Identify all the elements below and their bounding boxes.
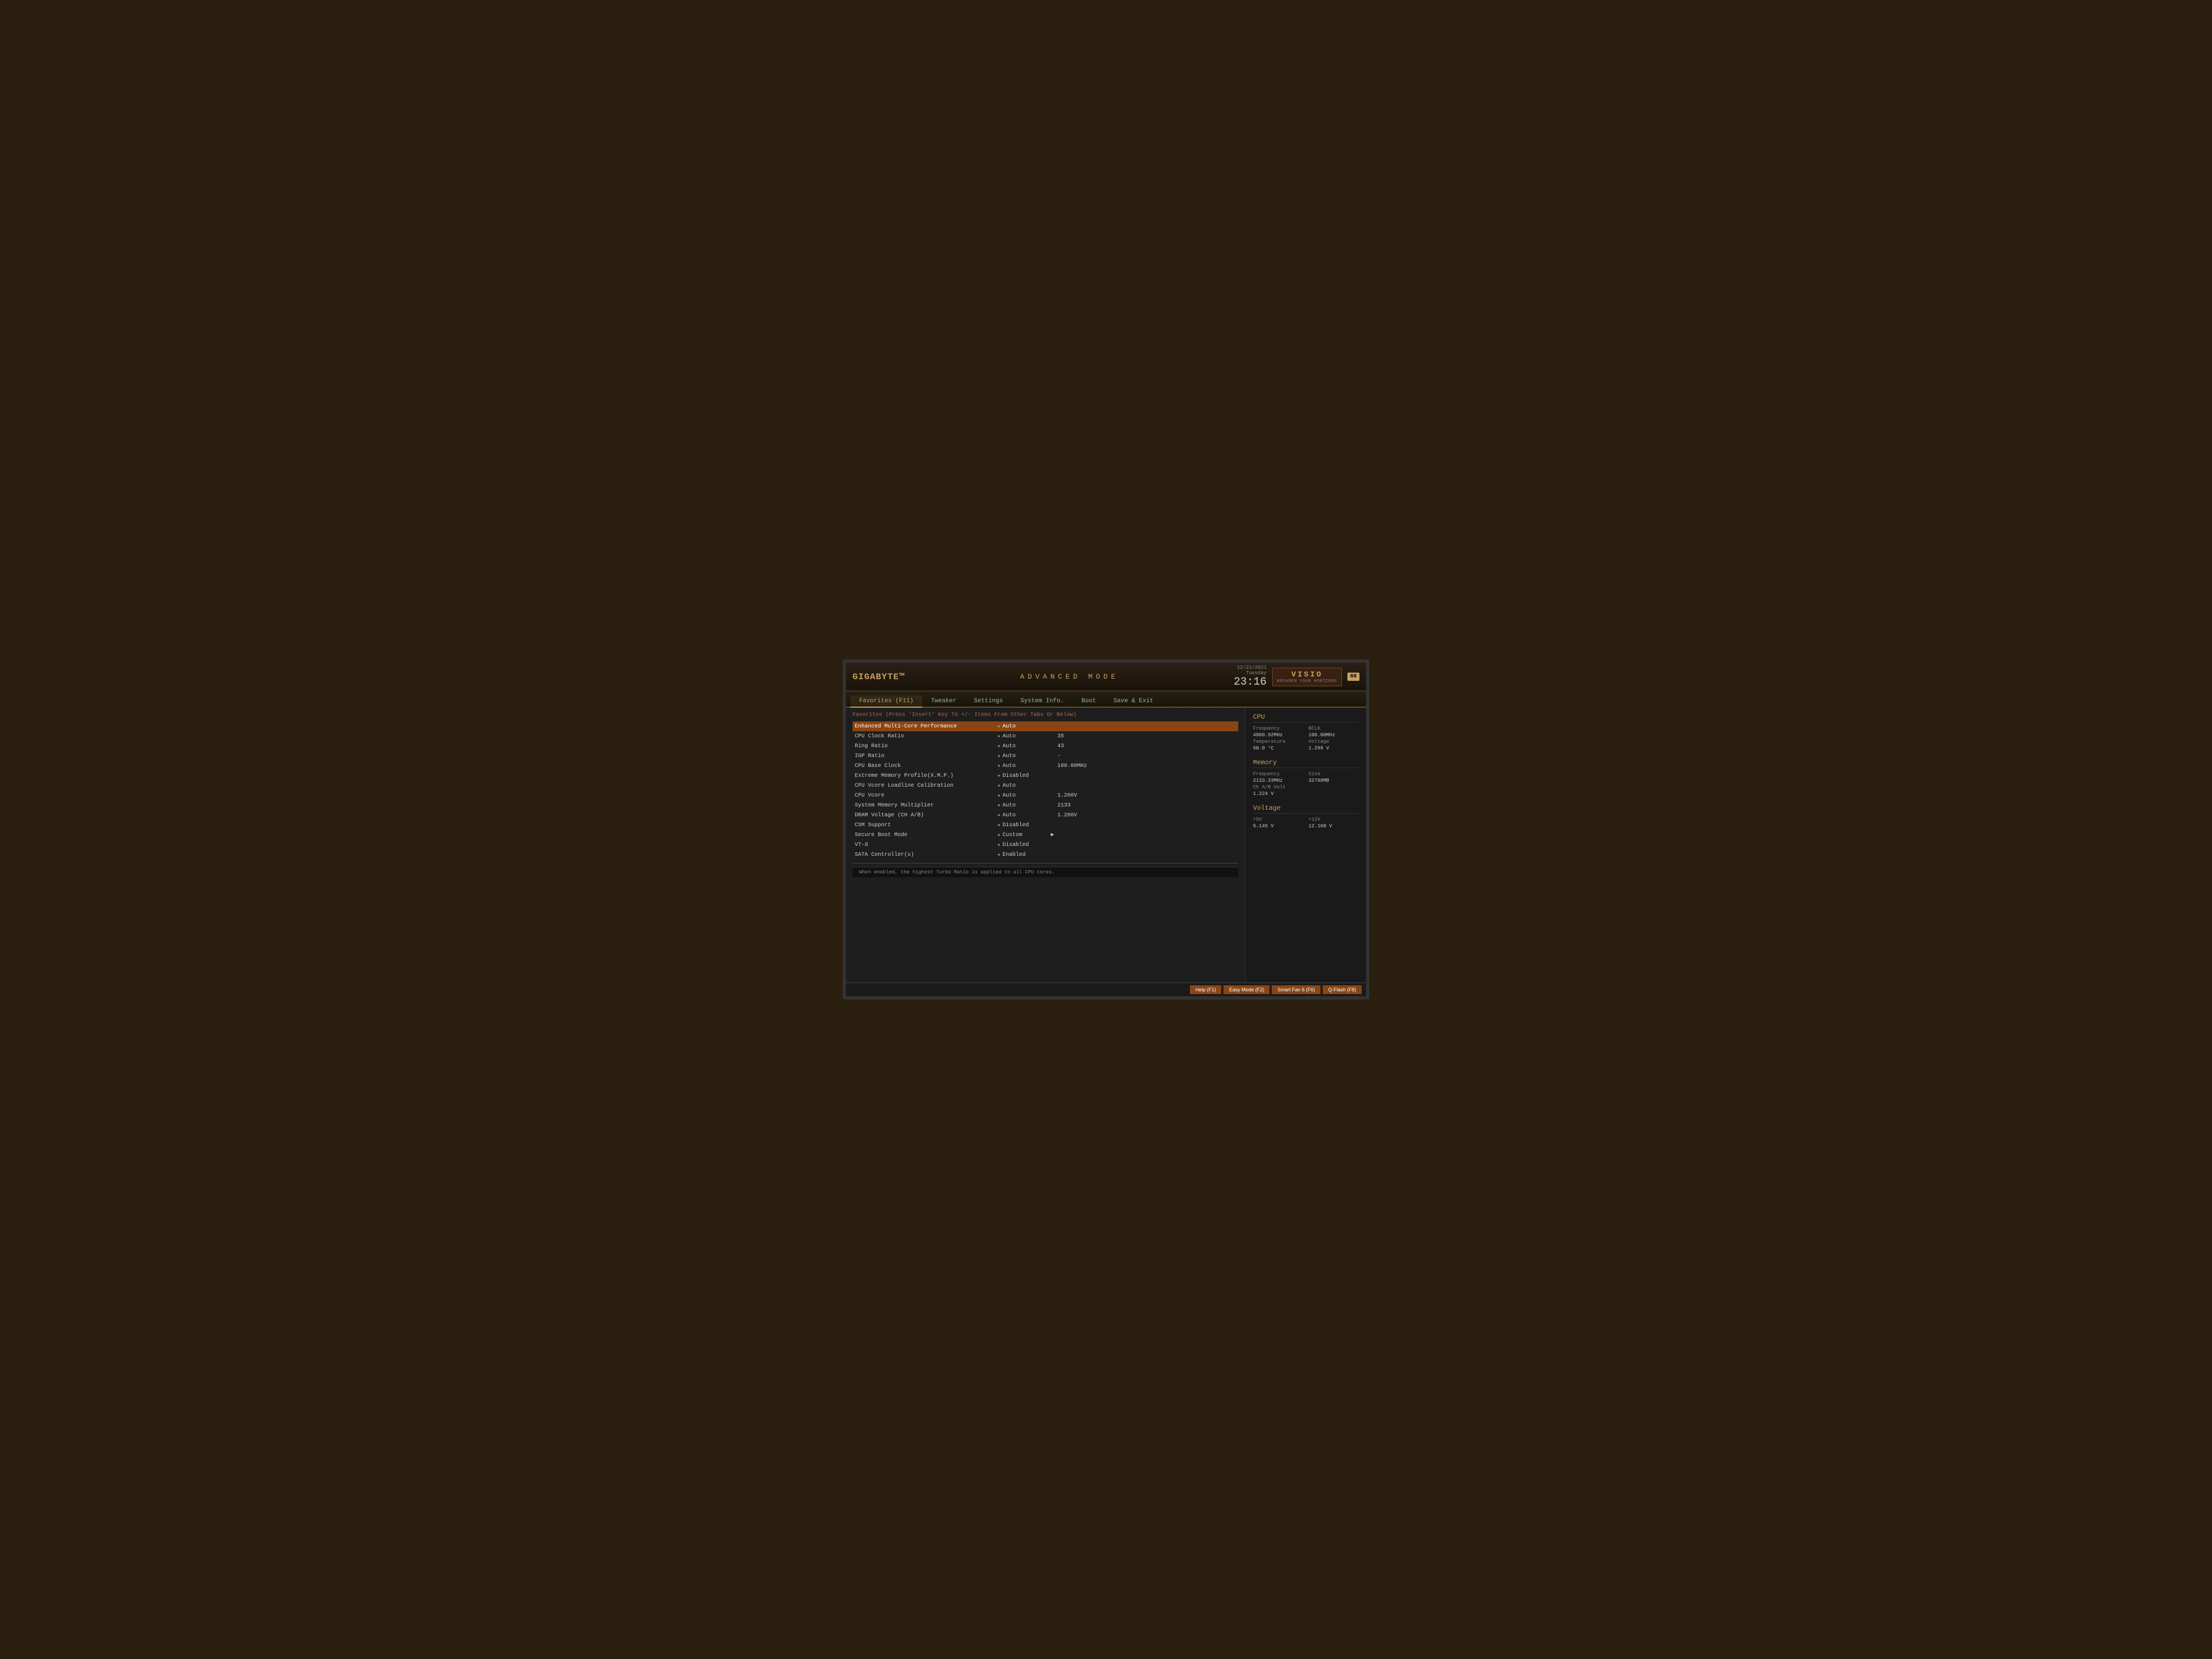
cpu-frequency-label: Frequency	[1253, 726, 1303, 731]
voltage-info-grid: +5V +12V 5.145 V 12.168 V	[1253, 817, 1358, 829]
row-help-text: When enabled, the highest Turbo Ratio is…	[853, 867, 1238, 877]
header-right: 12/21/2021 Tuesday 23:16 VISIO BROADEN Y…	[1234, 665, 1359, 689]
cursor-arrow: ▶	[1051, 832, 1054, 838]
table-row[interactable]: CSM Support ★ Disabled	[853, 820, 1238, 830]
fps-badge: 60	[1347, 673, 1359, 681]
table-row[interactable]: Extreme Memory Profile(X.M.P.) ★ Disable…	[853, 771, 1238, 781]
favorites-section-header: Favorites (Press 'Insert' Key To +/- Ite…	[853, 712, 1238, 718]
visio-sub: BROADEN YOUR HORIZONS	[1277, 679, 1337, 684]
mem-size-label: Size	[1308, 771, 1358, 777]
v12-label: +12V	[1308, 817, 1358, 822]
table-row[interactable]: Enhanced Multi-Core Performance ★ Auto	[853, 721, 1238, 731]
memory-title: Memory	[1253, 759, 1358, 768]
tab-favorites[interactable]: Favorites (F11)	[850, 696, 922, 708]
gigabyte-logo: GIGABYTE™	[853, 672, 905, 682]
monitor-frame: GIGABYTE™ ADVANCED MODE 12/21/2021 Tuesd…	[843, 659, 1369, 1000]
cpu-temperature-value: 50.0 °C	[1253, 746, 1303, 751]
visio-brand: VISIO	[1277, 670, 1337, 679]
table-row[interactable]: SATA Controller(s) ★ Enabled	[853, 850, 1238, 860]
tab-sysinfo[interactable]: System Info.	[1012, 696, 1073, 708]
help-f1-button[interactable]: Help (F1)	[1190, 985, 1222, 994]
v5-value: 5.145 V	[1253, 823, 1303, 829]
cpu-temperature-label: Temperature	[1253, 739, 1303, 744]
cpu-bclk-value: 100.00MHz	[1308, 732, 1358, 738]
nav-tabs: Favorites (F11) Tweaker Settings System …	[846, 691, 1366, 708]
cpu-voltage-value: 1.299 V	[1308, 746, 1358, 751]
cpu-voltage-label: Voltage	[1308, 739, 1358, 744]
advanced-mode-title: ADVANCED MODE	[905, 673, 1233, 681]
tab-tweaker[interactable]: Tweaker	[922, 696, 965, 708]
cpu-frequency-value: 4800.92MHz	[1253, 732, 1303, 738]
table-row[interactable]: CPU Vcore ★ Auto 1.200V	[853, 791, 1238, 800]
voltage-section: Voltage +5V +12V 5.145 V 12.168 V	[1253, 804, 1358, 829]
table-row[interactable]: IGP Ratio ★ Auto -	[853, 751, 1238, 761]
mem-frequency-value: 2133.33MHz	[1253, 778, 1303, 783]
table-row[interactable]: System Memory Multiplier ★ Auto 2133	[853, 800, 1238, 810]
mem-chavb-label: Ch A/B Volt	[1253, 785, 1303, 790]
mem-size-value: 32768MB	[1308, 778, 1358, 783]
qflash-f8-button[interactable]: Q-Flash (F8)	[1323, 985, 1362, 994]
mem-frequency-label: Frequency	[1253, 771, 1303, 777]
memory-section: Memory Frequency Size 2133.33MHz 32768MB…	[1253, 759, 1358, 797]
main-content: Favorites (Press 'Insert' Key To +/- Ite…	[846, 708, 1366, 983]
settings-table: Enhanced Multi-Core Performance ★ Auto C…	[853, 721, 1238, 860]
tab-save-exit[interactable]: Save & Exit	[1105, 696, 1163, 708]
header-center: ADVANCED MODE	[905, 673, 1233, 681]
cpu-title: CPU	[1253, 713, 1358, 723]
mem-chavb-value: 1.224 V	[1253, 791, 1303, 797]
table-row[interactable]: CPU Vcore Loadline Calibration ★ Auto	[853, 781, 1238, 791]
datetime-time: 23:16	[1234, 676, 1267, 689]
datetime-date: 12/21/2021 Tuesday	[1234, 665, 1267, 676]
v12-value: 12.168 V	[1308, 823, 1358, 829]
bios-screen: GIGABYTE™ ADVANCED MODE 12/21/2021 Tuesd…	[846, 663, 1366, 996]
help-buttons-bar: Help (F1) Easy Mode (F2) Smart Fan 6 (F6…	[846, 983, 1366, 996]
left-panel: Favorites (Press 'Insert' Key To +/- Ite…	[846, 708, 1245, 983]
separator	[853, 863, 1238, 864]
right-panel: CPU Frequency BCLK 4800.92MHz 100.00MHz …	[1245, 708, 1366, 983]
header-datetime: 12/21/2021 Tuesday 23:16	[1234, 665, 1267, 689]
easy-mode-f2-button[interactable]: Easy Mode (F2)	[1223, 985, 1269, 994]
table-row[interactable]: VT-d ★ Disabled	[853, 840, 1238, 850]
tab-boot[interactable]: Boot	[1073, 696, 1104, 708]
table-row[interactable]: CPU Base Clock ★ Auto 100.00MHz	[853, 761, 1238, 771]
smart-fan-f6-button[interactable]: Smart Fan 6 (F6)	[1272, 985, 1321, 994]
cpu-section: CPU Frequency BCLK 4800.92MHz 100.00MHz …	[1253, 713, 1358, 751]
bios-header: GIGABYTE™ ADVANCED MODE 12/21/2021 Tuesd…	[846, 663, 1366, 691]
table-row[interactable]: Ring Ratio ★ Auto 43	[853, 741, 1238, 751]
memory-info-grid: Frequency Size 2133.33MHz 32768MB Ch A/B…	[1253, 771, 1358, 797]
table-row[interactable]: Secure Boot Mode ★ Custom ▶	[853, 830, 1238, 840]
v5-label: +5V	[1253, 817, 1303, 822]
cpu-bclk-label: BCLK	[1308, 726, 1358, 731]
table-row[interactable]: CPU Clock Ratio ★ Auto 35	[853, 731, 1238, 741]
table-row[interactable]: DRAM Voltage (CH A/B) ★ Auto 1.200V	[853, 810, 1238, 820]
visio-badge: VISIO BROADEN YOUR HORIZONS	[1272, 668, 1342, 686]
voltage-title: Voltage	[1253, 804, 1358, 814]
tab-settings[interactable]: Settings	[965, 696, 1012, 708]
cpu-info-grid: Frequency BCLK 4800.92MHz 100.00MHz Temp…	[1253, 726, 1358, 751]
